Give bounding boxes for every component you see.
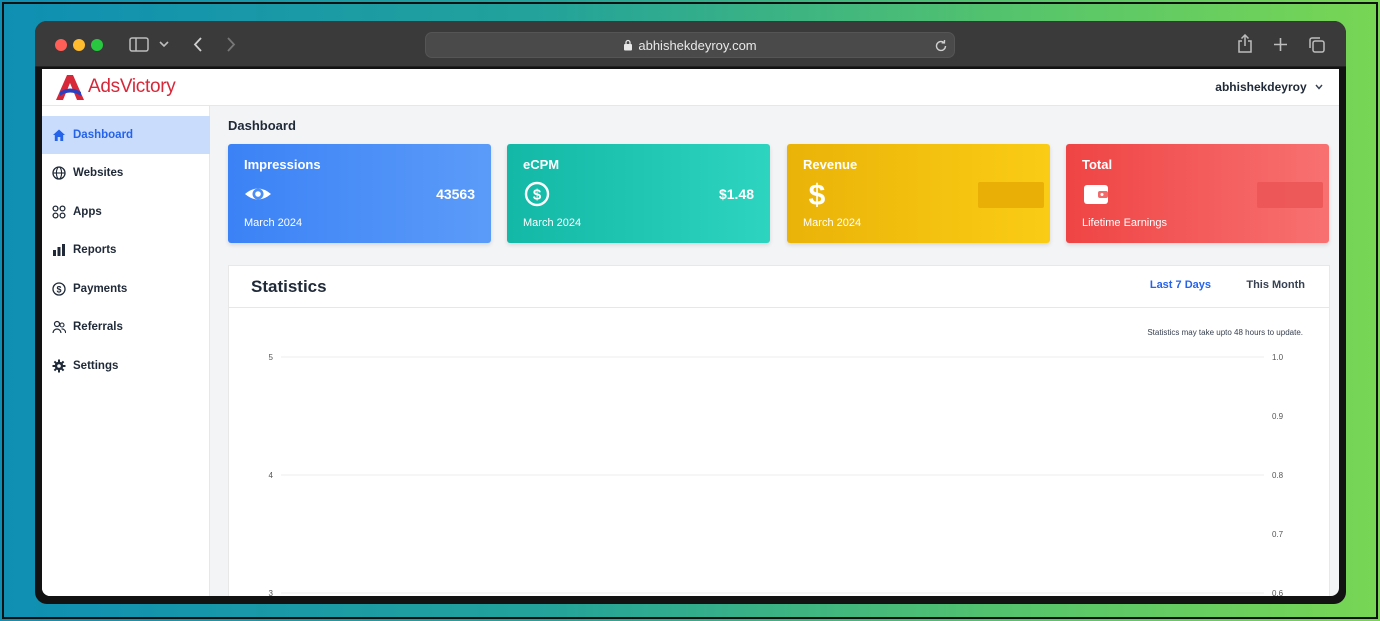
address-bar[interactable]: abhishekdeyroy.com	[425, 32, 955, 58]
revenue-card: Revenue $ March 2024	[787, 144, 1050, 243]
sidebar-item-label: Reports	[73, 244, 117, 256]
lock-icon	[624, 39, 633, 51]
right-axis-tick-label: 0.7	[1272, 530, 1284, 539]
globe-icon	[52, 166, 66, 180]
sidebar-item-websites[interactable]: Websites	[42, 154, 210, 192]
left-axis-tick-label: 3	[269, 589, 274, 596]
sidebar-item-referrals[interactable]: Referrals	[42, 308, 210, 346]
total-card: Total Lifetime Earnings	[1066, 144, 1329, 243]
tab-overview-icon[interactable]	[1308, 36, 1326, 54]
url-text: abhishekdeyroy.com	[638, 38, 757, 53]
back-arrow-icon[interactable]	[193, 37, 203, 52]
sidebar-item-reports[interactable]: Reports	[42, 231, 210, 269]
card-title: Total	[1082, 157, 1113, 172]
this-month-button[interactable]: This Month	[1246, 279, 1305, 291]
logo[interactable]: AdsVictory	[54, 71, 176, 103]
svg-text:$: $	[809, 180, 826, 208]
card-title: Impressions	[244, 157, 321, 172]
left-axis-tick-label: 4	[269, 471, 274, 480]
statistics-panel: Statistics Last 7 Days This Month Statis…	[228, 265, 1330, 596]
blurred-value	[1257, 182, 1323, 208]
sidebar-item-label: Payments	[73, 283, 128, 295]
right-axis-tick-label: 0.8	[1272, 471, 1284, 480]
statistics-header: Statistics Last 7 Days This Month	[229, 266, 1329, 308]
main-content: Dashboard Impressions 43563 March 2024 e…	[211, 106, 1339, 596]
card-title: eCPM	[523, 157, 560, 172]
svg-text:$: $	[56, 284, 61, 294]
card-title: Revenue	[803, 157, 858, 172]
logo-text: AdsVictory	[88, 76, 176, 97]
left-axis-tick-label: 5	[269, 353, 274, 362]
statistics-title: Statistics	[251, 277, 327, 296]
sidebar-item-label: Referrals	[73, 321, 123, 333]
page-title: Dashboard	[228, 118, 296, 133]
eye-icon	[245, 188, 271, 200]
user-menu[interactable]: abhishekdeyroy	[1215, 69, 1323, 106]
gear-icon	[52, 359, 66, 373]
card-subtitle: March 2024	[803, 217, 862, 229]
statistics-chart: 5 4 3 1.0 0.9 0.8 0.7 0.6	[269, 353, 1284, 596]
wallet-icon	[1084, 185, 1108, 204]
dollar-circle-icon: $	[524, 181, 550, 207]
browser-window: abhishekdeyroy.com AdsVictory abhishekde…	[35, 21, 1346, 604]
card-subtitle: Lifetime Earnings	[1082, 217, 1167, 229]
apps-icon	[52, 205, 66, 219]
sidebar-toggle-icon[interactable]	[129, 37, 149, 52]
chevron-down-icon	[1315, 84, 1323, 90]
close-window-button[interactable]	[55, 39, 67, 51]
svg-text:$: $	[533, 187, 542, 204]
browser-titlebar: abhishekdeyroy.com	[35, 21, 1346, 67]
sidebar: Dashboard Websites Apps Reports $ Paymen…	[42, 106, 210, 596]
forward-arrow-icon[interactable]	[226, 37, 236, 52]
sidebar-item-label: Websites	[73, 167, 124, 179]
address-text: abhishekdeyroy.com	[426, 33, 954, 59]
share-icon[interactable]	[1237, 34, 1253, 53]
minimize-window-button[interactable]	[73, 39, 85, 51]
home-icon	[53, 129, 65, 141]
right-axis-tick-label: 0.6	[1272, 589, 1284, 596]
maximize-window-button[interactable]	[91, 39, 103, 51]
sidebar-item-apps[interactable]: Apps	[42, 193, 210, 231]
blurred-value	[978, 182, 1044, 208]
sidebar-item-label: Settings	[73, 360, 119, 372]
impressions-card: Impressions 43563 March 2024	[228, 144, 491, 243]
dollar-circle-icon: $	[52, 282, 66, 296]
card-value: $1.48	[718, 186, 754, 202]
card-subtitle: March 2024	[523, 217, 582, 229]
sidebar-item-settings[interactable]: Settings	[42, 347, 210, 385]
logo-icon	[56, 75, 84, 100]
bar-chart-icon	[53, 244, 65, 256]
page-viewport: AdsVictory abhishekdeyroy Dashboard Webs…	[42, 69, 1339, 596]
sidebar-item-dashboard[interactable]: Dashboard	[42, 116, 210, 154]
reload-icon[interactable]	[934, 39, 948, 53]
sidebar-item-label: Dashboard	[73, 129, 134, 141]
card-subtitle: March 2024	[244, 217, 303, 229]
new-tab-icon[interactable]	[1273, 37, 1288, 52]
card-value: 43563	[436, 186, 475, 202]
dollar-icon: $	[809, 180, 826, 208]
right-axis-tick-label: 0.9	[1272, 412, 1284, 421]
top-navbar: AdsVictory abhishekdeyroy	[42, 69, 1339, 106]
chevron-down-icon[interactable]	[159, 40, 169, 48]
last-7-days-button[interactable]: Last 7 Days	[1150, 279, 1211, 291]
right-axis-tick-label: 1.0	[1272, 353, 1284, 362]
sidebar-item-label: Apps	[73, 206, 102, 218]
sidebar-item-payments[interactable]: $ Payments	[42, 270, 210, 308]
user-name: abhishekdeyroy	[1215, 80, 1307, 94]
ecpm-card: eCPM $ $1.48 March 2024	[507, 144, 770, 243]
users-icon	[52, 320, 66, 334]
